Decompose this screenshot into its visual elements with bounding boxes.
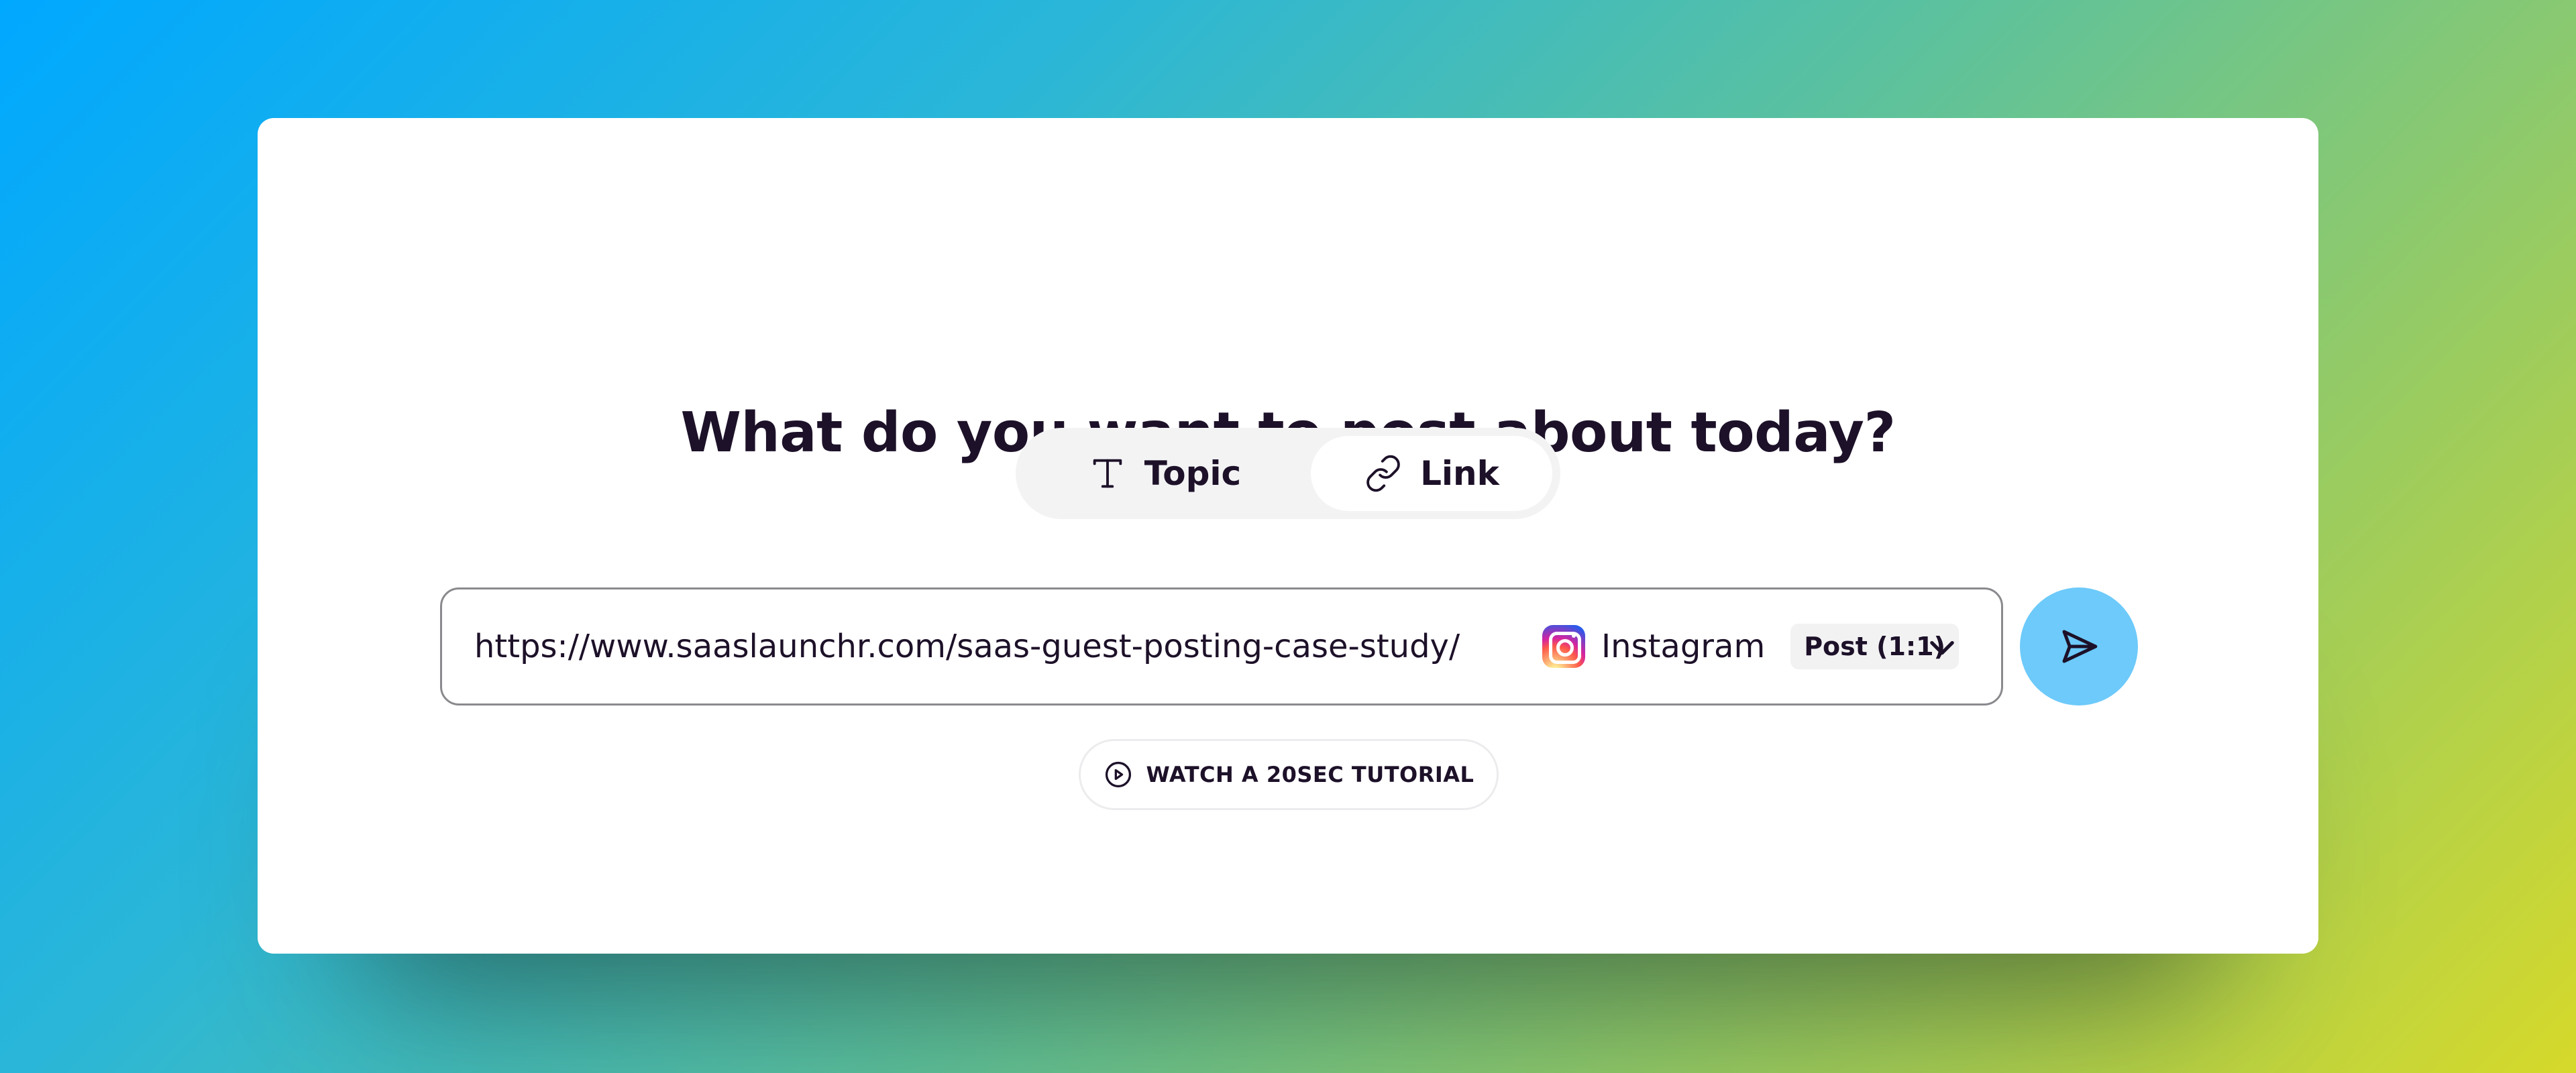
tab-topic-label: Topic: [1144, 454, 1242, 493]
tab-topic[interactable]: Topic: [1024, 436, 1305, 511]
platform-selector[interactable]: Instagram Post (1:1): [1542, 589, 1959, 703]
text-icon: [1093, 459, 1122, 488]
link-icon: [1366, 455, 1400, 492]
play-circle-icon: [1105, 761, 1131, 788]
send-icon: [2062, 630, 2098, 663]
tutorial-label: WATCH A 20SEC TUTORIAL: [1146, 762, 1474, 787]
link-composer: Instagram Post (1:1): [440, 587, 2003, 705]
send-button[interactable]: [2020, 587, 2138, 705]
composer-card: What do you want to post about today? To…: [258, 118, 2318, 954]
tab-link-label: Link: [1420, 454, 1499, 493]
platform-name: Instagram: [1601, 628, 1766, 665]
chevron-down-icon[interactable]: [1925, 630, 1960, 665]
url-input[interactable]: [474, 589, 1481, 703]
tab-link[interactable]: Link: [1311, 436, 1552, 511]
watch-tutorial-button[interactable]: WATCH A 20SEC TUTORIAL: [1079, 739, 1499, 810]
mode-toggle: Topic Link: [1016, 428, 1560, 519]
instagram-icon: [1542, 625, 1585, 668]
